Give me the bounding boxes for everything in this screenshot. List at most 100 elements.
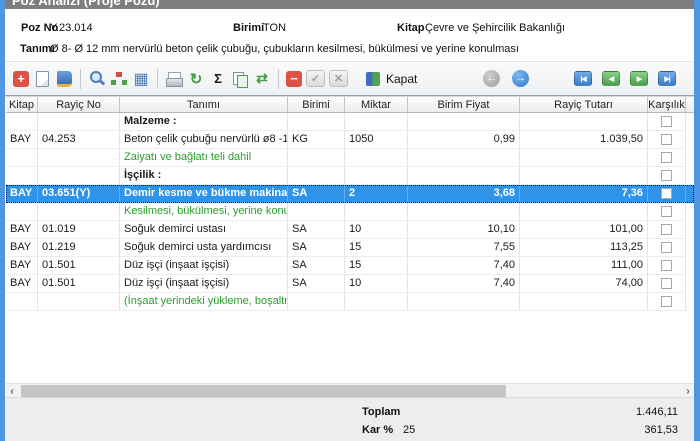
column-header-6[interactable]: Rayiç Tutarı — [520, 97, 648, 112]
karsilik-checkbox[interactable] — [661, 152, 672, 163]
cell — [38, 167, 120, 185]
print-icon[interactable] — [165, 70, 183, 88]
karsilik-checkbox[interactable] — [661, 134, 672, 145]
poz-analizi-window: Poz Analizi (Proje Pozu) Poz No Y.23.014… — [0, 0, 700, 441]
analysis-table: KitapRayiç NoTanımıBirimiMiktarBirim Fiy… — [5, 96, 694, 397]
cell: Beton çelik çubuğu nervürlü ø8 -12 mm...… — [120, 131, 288, 149]
search-icon[interactable] — [88, 70, 106, 88]
toolbar-icon-group: +▦↻Σ⇄−✓✕ — [13, 69, 348, 89]
cell-karsilik — [648, 113, 686, 131]
cell — [520, 293, 648, 311]
table-icon[interactable]: ▦ — [132, 70, 150, 88]
toolbar-separator — [278, 69, 279, 89]
nav-first-button[interactable]: |◀ — [574, 71, 592, 86]
kar-label: Kar % — [362, 424, 393, 436]
karsilik-checkbox[interactable] — [661, 116, 672, 127]
karsilik-checkbox[interactable] — [661, 224, 672, 235]
copy-icon[interactable] — [231, 70, 249, 88]
cell — [288, 149, 345, 167]
refresh-icon[interactable]: ↻ — [187, 70, 205, 88]
table-row[interactable]: İşçilik : — [6, 167, 694, 185]
kapat-button[interactable]: Kapat — [362, 70, 421, 88]
karsilik-checkbox[interactable] — [661, 242, 672, 253]
column-header-7[interactable]: Karşılık — [648, 97, 686, 112]
table-row[interactable]: BAY01.219Soğuk demirci usta yardımcısıSA… — [6, 239, 694, 257]
table-row[interactable]: Kesilmesi, bükülmesi, yerine konulması — [6, 203, 694, 221]
cell-karsilik — [648, 293, 686, 311]
cell: Düz işçi (inşaat işçisi) — [120, 275, 288, 293]
column-header-4[interactable]: Miktar — [345, 97, 408, 112]
nav-prev-button[interactable]: ◀ — [602, 71, 620, 86]
horizontal-scrollbar[interactable]: ‹ › — [6, 383, 694, 397]
column-header-0[interactable]: Kitap — [6, 97, 38, 112]
poz-header-panel: Poz No Y.23.014 Birimi TON Kitap Çevre v… — [5, 9, 694, 62]
cell: 15 — [345, 257, 408, 275]
nav-last-button[interactable]: ▶| — [658, 71, 676, 86]
cell: 2 — [345, 185, 408, 203]
cell: Demir kesme ve bükme makinası'... — [120, 185, 288, 203]
scrollbar-thumb[interactable] — [21, 385, 506, 397]
birimi-value: TON — [263, 22, 286, 34]
cell: SA — [288, 221, 345, 239]
transfer-icon[interactable]: ⇄ — [253, 70, 271, 88]
cell: SA — [288, 257, 345, 275]
forward-button[interactable]: → — [512, 70, 529, 87]
column-header-3[interactable]: Birimi — [288, 97, 345, 112]
table-row[interactable]: BAY01.501Düz işçi (inşaat işçisi)SA157,4… — [6, 257, 694, 275]
nav-next-button[interactable]: ▶ — [630, 71, 648, 86]
cell: 7,36 — [520, 185, 648, 203]
cell — [345, 149, 408, 167]
karsilik-checkbox[interactable] — [661, 278, 672, 289]
cell: BAY — [6, 221, 38, 239]
column-header-1[interactable]: Rayiç No — [38, 97, 120, 112]
cell-karsilik — [648, 221, 686, 239]
cell: Kesilmesi, bükülmesi, yerine konulması — [120, 203, 288, 221]
cell: 10,10 — [408, 221, 520, 239]
birimi-label: Birimi — [233, 22, 264, 34]
window-title: Poz Analizi (Proje Pozu) — [12, 0, 160, 8]
table-row[interactable]: (İnşaat yerindeki yükleme, boşaltma, y..… — [6, 293, 694, 311]
new-document-icon[interactable] — [33, 70, 51, 88]
cell — [288, 293, 345, 311]
cell — [408, 167, 520, 185]
sum-icon[interactable]: Σ — [209, 70, 227, 88]
cell: BAY — [6, 257, 38, 275]
add-icon[interactable]: + — [13, 71, 29, 87]
column-header-5[interactable]: Birim Fiyat — [408, 97, 520, 112]
cell: SA — [288, 275, 345, 293]
cell: İşçilik : — [120, 167, 288, 185]
cell-karsilik — [648, 203, 686, 221]
karsilik-checkbox[interactable] — [661, 260, 672, 271]
karsilik-checkbox[interactable] — [661, 206, 672, 217]
exit-icon — [366, 72, 380, 86]
cell — [408, 293, 520, 311]
karsilik-checkbox[interactable] — [661, 296, 672, 307]
cell — [38, 113, 120, 131]
cell — [288, 203, 345, 221]
scroll-right-icon[interactable]: › — [682, 384, 694, 397]
window-titlebar[interactable]: Poz Analizi (Proje Pozu) — [5, 0, 694, 9]
table-row[interactable]: Malzeme : — [6, 113, 694, 131]
kar-percent-value[interactable]: 25 — [403, 424, 415, 436]
cell: 111,00 — [520, 257, 648, 275]
book-icon[interactable] — [55, 70, 73, 88]
cell — [408, 149, 520, 167]
table-row[interactable]: BAY03.651(Y)Demir kesme ve bükme makinas… — [6, 185, 694, 203]
table-row[interactable]: Zaiyatı ve bağlatı teli dahil — [6, 149, 694, 167]
cell: 04.253 — [38, 131, 120, 149]
cell — [345, 203, 408, 221]
cell: Soğuk demirci ustası — [120, 221, 288, 239]
column-header-2[interactable]: Tanımı — [120, 97, 288, 112]
table-body: Malzeme :BAY04.253Beton çelik çubuğu ner… — [6, 113, 694, 383]
scroll-left-icon[interactable]: ‹ — [6, 384, 18, 397]
cancel-icon: ✕ — [329, 70, 348, 87]
remove-icon[interactable]: − — [286, 71, 302, 87]
hierarchy-icon[interactable] — [110, 70, 128, 88]
cell — [6, 113, 38, 131]
table-row[interactable]: BAY01.019Soğuk demirci ustasıSA1010,1010… — [6, 221, 694, 239]
table-row[interactable]: BAY01.501Düz işçi (inşaat işçisi)SA107,4… — [6, 275, 694, 293]
cell: 10 — [345, 221, 408, 239]
table-row[interactable]: BAY04.253Beton çelik çubuğu nervürlü ø8 … — [6, 131, 694, 149]
karsilik-checkbox[interactable] — [661, 170, 672, 181]
karsilik-checkbox[interactable] — [661, 188, 672, 199]
